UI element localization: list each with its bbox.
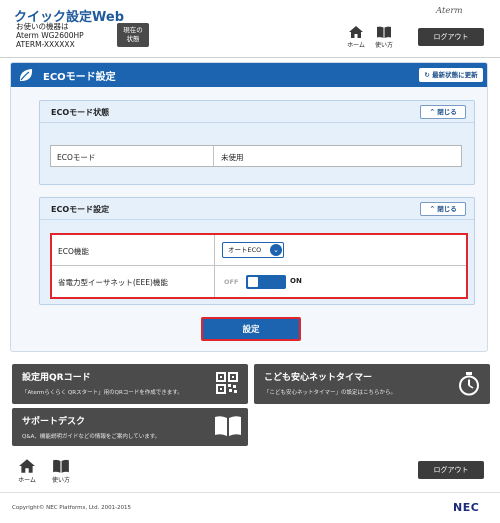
collapse-status-button[interactable]: ⌃ 閉じる <box>420 105 466 119</box>
device-info: お使いの機器は Aterm WG2600HP ATERM-XXXXXX <box>16 22 84 49</box>
cell-divider <box>213 146 214 166</box>
eco-selected-value: オートECO <box>228 246 262 254</box>
leaf-icon <box>19 69 33 81</box>
home-label: ホーム <box>347 42 365 49</box>
apply-button[interactable]: 設定 <box>201 317 301 341</box>
page-title: ECOモード設定 <box>43 72 116 83</box>
table-row: ECOモード 未使用 <box>51 146 461 166</box>
chevron-down-icon: ⌄ <box>270 244 282 256</box>
eco-mode-value: 未使用 <box>221 153 244 162</box>
card-title: サポートデスク <box>22 417 86 427</box>
card-description: 「Atermらくらく QRスタート」用のQRコードを作成できます。 <box>22 390 183 396</box>
stopwatch-icon <box>459 372 479 396</box>
status-table: ECOモード 未使用 <box>50 145 462 167</box>
home-icon <box>349 26 363 38</box>
eco-settings-section: ECOモード設定 ⌃ 閉じる ECO機能 オートECO ⌄ 省電力型イーサネット(… <box>39 197 475 305</box>
support-desk-card[interactable]: サポートデスク Q&A、機能説明ガイドなどの情報をご案内しています。 <box>12 408 248 446</box>
home-label: ホーム <box>18 477 36 484</box>
eco-function-select[interactable]: オートECO ⌄ <box>222 242 284 258</box>
status-line1: 現在の <box>123 26 143 34</box>
home-icon <box>19 459 35 473</box>
help-label: 使い方 <box>51 477 70 484</box>
book-icon <box>215 416 241 436</box>
eco-mode-label: ECOモード <box>57 153 96 162</box>
device-name: ATERM-XXXXXX <box>16 40 75 49</box>
toggle-off-label: OFF <box>224 278 239 286</box>
section-header: ECOモード状態 ⌃ 閉じる <box>40 101 474 123</box>
cell-divider <box>214 235 215 266</box>
refresh-label: 最新状態に更新 <box>432 71 478 79</box>
logout-button[interactable]: ログアウト <box>418 28 484 46</box>
eco-status-section: ECOモード状態 ⌃ 閉じる ECOモード 未使用 <box>39 100 475 185</box>
eco-mode-panel: ECOモード設定 ↻ 最新状態に更新 ECOモード状態 ⌃ 閉じる ECOモード … <box>10 62 488 352</box>
collapse-label: 閉じる <box>437 205 457 213</box>
settings-table: ECO機能 オートECO ⌄ 省電力型イーサネット(EEE)機能 OFF ON <box>50 233 468 299</box>
copyright-text: Copyright© NEC Platforms, Ltd. 2001-2015 <box>12 505 132 511</box>
refresh-button[interactable]: ↻ 最新状態に更新 <box>419 68 483 82</box>
footer-help-button[interactable]: 使い方 <box>48 458 74 484</box>
header-divider <box>0 57 500 58</box>
eee-function-label: 省電力型イーサネット(EEE)機能 <box>58 278 168 287</box>
help-button[interactable]: 使い方 <box>372 25 396 49</box>
book-icon <box>377 26 391 38</box>
qr-code-card[interactable]: 設定用QRコード 「Atermらくらく QRスタート」用のQRコードを作成できま… <box>12 364 248 404</box>
footer-divider <box>0 492 500 493</box>
child-net-timer-card[interactable]: こども安心ネットタイマー 「こども安心ネットタイマー」の設定はこちらから。 <box>254 364 490 404</box>
eco-function-label: ECO機能 <box>58 247 89 256</box>
book-icon <box>53 459 69 473</box>
section-title: ECOモード状態 <box>51 108 110 117</box>
card-description: 「こども安心ネットタイマー」の設定はこちらから。 <box>264 390 397 396</box>
device-line: お使いの機器は <box>16 22 69 31</box>
toggle-knob[interactable] <box>248 277 258 287</box>
home-button[interactable]: ホーム <box>344 25 368 49</box>
device-model: Aterm WG2600HP <box>16 31 84 40</box>
current-status-button[interactable]: 現在の 状態 <box>117 23 149 47</box>
status-line2: 状態 <box>126 35 140 43</box>
panel-title-bar: ECOモード設定 ↻ 最新状態に更新 <box>11 63 487 87</box>
refresh-icon: ↻ <box>424 71 430 79</box>
toggle-on-label: ON <box>290 277 302 285</box>
collapse-label: 閉じる <box>437 108 457 116</box>
table-row: 省電力型イーサネット(EEE)機能 OFF ON <box>52 266 466 297</box>
section-title: ECOモード設定 <box>51 205 110 214</box>
qr-code-icon <box>216 372 238 394</box>
footer-home-button[interactable]: ホーム <box>14 458 40 484</box>
footer-logout-button[interactable]: ログアウト <box>418 461 484 479</box>
card-title: こども安心ネットタイマー <box>264 373 373 383</box>
help-label: 使い方 <box>374 42 393 49</box>
collapse-settings-button[interactable]: ⌃ 閉じる <box>420 202 466 216</box>
cell-divider <box>214 266 215 297</box>
brand-logo: Aterm <box>436 6 463 16</box>
header: クイック設定Web お使いの機器は Aterm WG2600HP ATERM-X… <box>0 0 500 56</box>
chevron-up-icon: ⌃ <box>429 108 436 116</box>
table-row: ECO機能 オートECO ⌄ <box>52 235 466 266</box>
chevron-up-icon: ⌃ <box>429 205 436 213</box>
card-description: Q&A、機能説明ガイドなどの情報をご案内しています。 <box>22 434 161 440</box>
card-title: 設定用QRコード <box>22 373 91 383</box>
nec-logo: NEC <box>453 501 480 514</box>
section-header: ECOモード設定 ⌃ 閉じる <box>40 198 474 220</box>
eee-toggle[interactable] <box>246 275 286 289</box>
